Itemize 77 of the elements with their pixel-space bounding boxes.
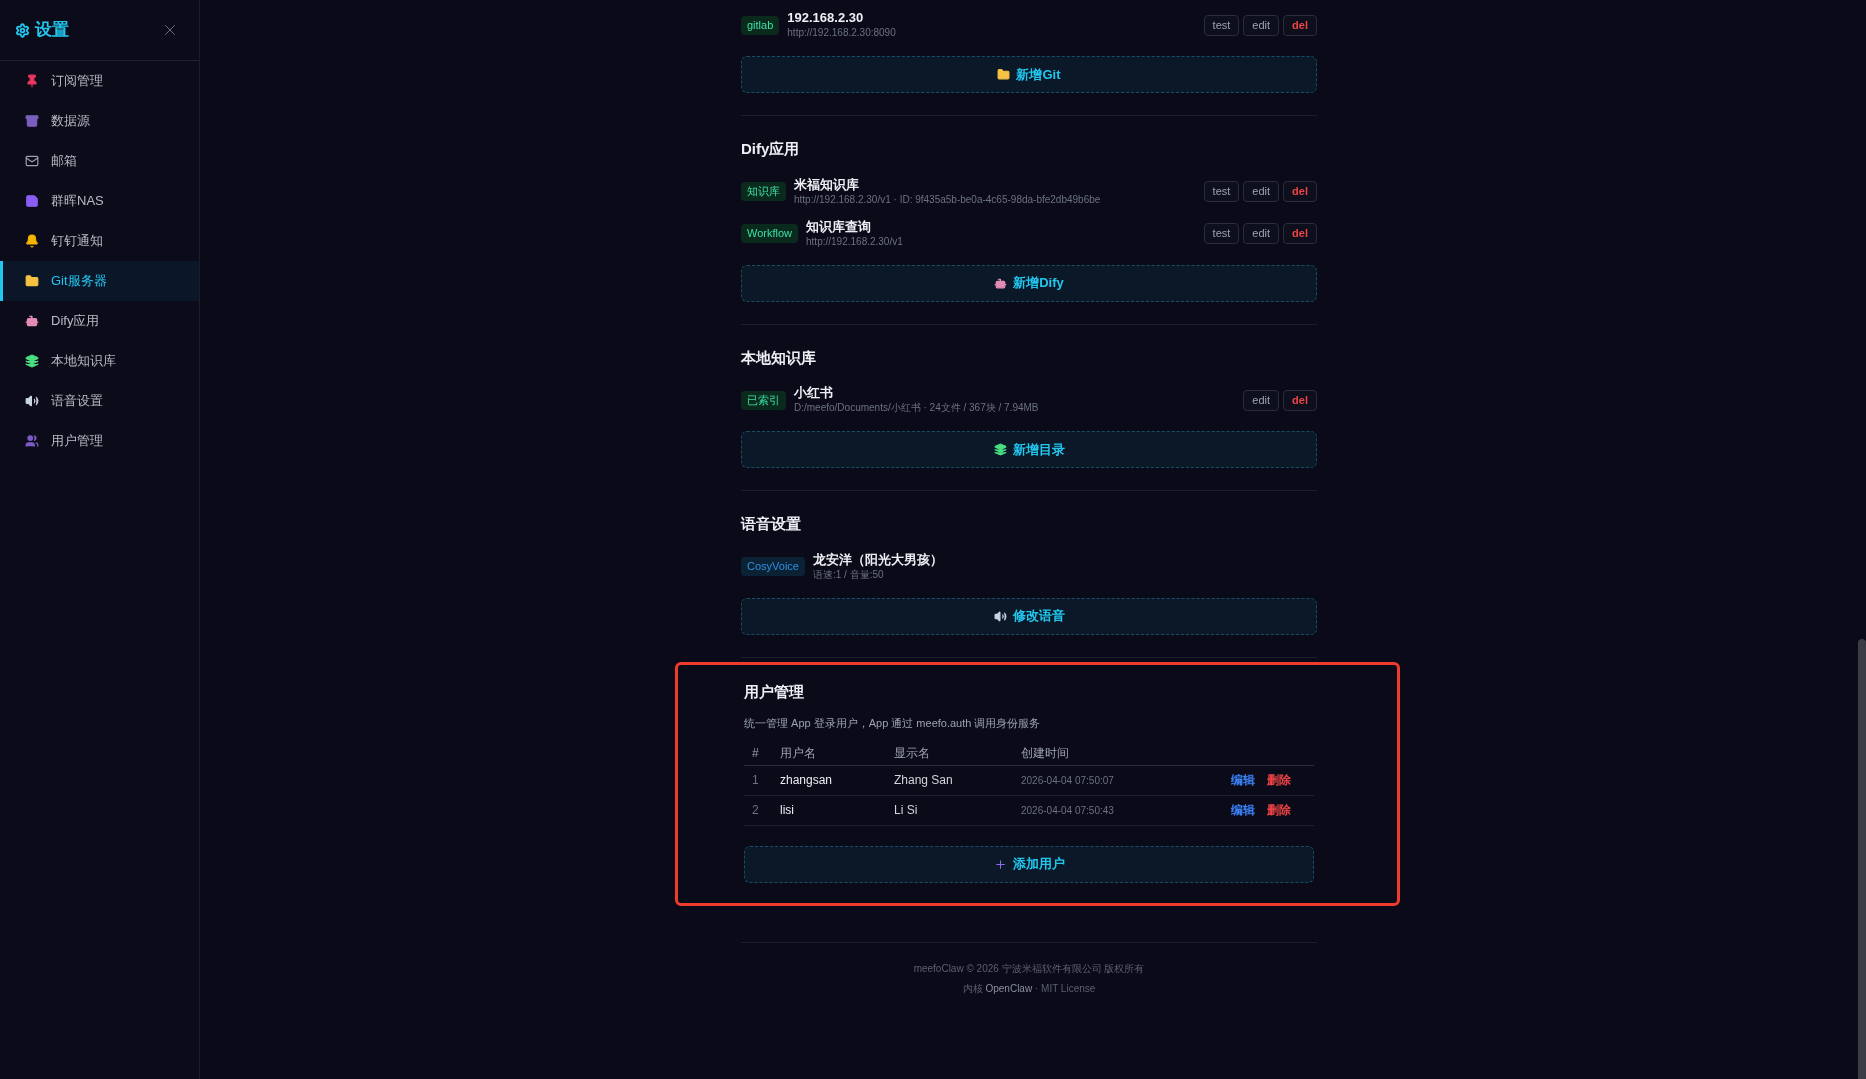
sidebar-item[interactable]: 邮箱 (0, 141, 199, 181)
pin-icon (25, 74, 39, 88)
action-button[interactable]: edit (1243, 14, 1280, 36)
tag: CosyVoice (741, 557, 805, 576)
tag: 已索引 (741, 390, 786, 410)
item-title: 小红书 (794, 385, 834, 401)
action-button[interactable]: del (1283, 389, 1317, 411)
column-header: 用户名 (780, 745, 817, 762)
action-button[interactable]: edit (1243, 181, 1280, 202)
sidebar-item[interactable]: 数据源 (0, 101, 199, 141)
sidebar-item[interactable]: Dify应用 (0, 301, 199, 341)
action-button[interactable]: test (1203, 223, 1240, 244)
table-cell-text: 2026-04-04 07:50:43 (1021, 803, 1115, 818)
speaker-icon (993, 609, 1007, 623)
item-title: 192.168.2.30 (787, 10, 865, 26)
item-title: 米福知识库 (794, 176, 860, 193)
table-cell-text: 2026-04-04 07:50:07 (1021, 773, 1115, 788)
users-icon (25, 434, 39, 448)
column-header: 显示名 (894, 745, 931, 762)
item-subtitle: http://192.168.2.30/v1 (806, 234, 904, 249)
tag: 知识库 (741, 182, 786, 201)
item-subtitle: 语速:1 / 音量:50 (813, 567, 885, 582)
column-header: # (751, 745, 760, 762)
action-button[interactable]: del (1283, 181, 1317, 202)
table-cell-text: zhangsan (780, 772, 834, 789)
section-title: Dify应用 (741, 139, 801, 159)
section-title: 本地知识库 (741, 347, 817, 368)
sidebar-item[interactable]: 钉钉通知 (0, 221, 199, 261)
sidebar-title: 设置 (35, 19, 69, 42)
tag: gitlab (741, 15, 780, 35)
table-cell-text: lisi (780, 802, 795, 819)
sidebar-item[interactable]: 本地知识库 (0, 341, 199, 381)
sidebar-item[interactable]: 用户管理 (0, 421, 199, 461)
item-subtitle: D:/meefo/Documents/小红书 · 24文件 / 367块 / 7.94MB (794, 401, 1040, 415)
action-button[interactable]: test (1203, 14, 1240, 36)
sidebar-item[interactable]: 订阅管理 (0, 61, 199, 101)
row-action-link[interactable]: 删除 (1267, 771, 1291, 789)
section-title: 语音设置 (741, 514, 802, 534)
openclaw-link[interactable]: OpenClaw (985, 982, 1033, 994)
bell-icon (25, 234, 39, 248)
add-button[interactable]: 新增Dify (741, 264, 1317, 302)
copyright-text: meefoClaw © 2026 宁波米福软件有限公司 版权所有 (913, 961, 1145, 976)
add-button[interactable]: 新增目录 (741, 431, 1317, 468)
row-action-link[interactable]: 编辑 (1231, 771, 1255, 789)
sidebar-item[interactable]: Git服务器 (0, 261, 199, 301)
action-button[interactable]: test (1203, 181, 1240, 202)
table-cell-text: Li Si (894, 802, 919, 819)
folder-icon (25, 274, 39, 288)
action-button[interactable]: del (1283, 14, 1317, 36)
plus-icon (993, 857, 1007, 871)
table-cell-text: 1 (751, 772, 760, 789)
item-title: 知识库查询 (806, 218, 873, 235)
tag: Workflow (741, 224, 799, 243)
column-header: 创建时间 (1021, 745, 1070, 762)
table-cell-text: 2 (751, 802, 760, 819)
settings-icon (15, 22, 30, 38)
add-button[interactable]: 新增Git (741, 56, 1317, 93)
section-description: 统一管理 App 登录用户，App 通过 meefo.auth 调用身份服务 (744, 716, 1042, 731)
row-action-link[interactable]: 删除 (1267, 801, 1291, 819)
item-title: 龙安洋（阳光大男孩） (813, 551, 944, 568)
item-subtitle: http://192.168.2.30/v1 · ID: 9f435a5b-be0a-4c65-98da-bfe2db49b6be (794, 192, 1102, 207)
add-button[interactable]: 添加用户 (744, 845, 1314, 883)
scrollbar-thumb[interactable] (1858, 639, 1866, 1079)
item-subtitle: http://192.168.2.30:8090 (787, 26, 897, 40)
mail-icon (25, 154, 39, 168)
action-button[interactable]: del (1283, 223, 1317, 244)
sidebar-item[interactable]: 语音设置 (0, 381, 199, 421)
license-text: 内核 OpenClaw · MIT License (962, 981, 1096, 996)
folder-icon (997, 68, 1011, 81)
section-title: 用户管理 (744, 681, 805, 702)
row-action-link[interactable]: 编辑 (1231, 801, 1255, 819)
speaker-icon (25, 394, 39, 408)
action-button[interactable]: edit (1243, 223, 1280, 244)
table-cell-text: Zhang San (894, 772, 954, 789)
sidebar-item[interactable]: 群晖NAS (0, 181, 199, 221)
add-button[interactable]: 修改语音 (741, 597, 1317, 635)
action-button[interactable]: edit (1243, 389, 1280, 411)
